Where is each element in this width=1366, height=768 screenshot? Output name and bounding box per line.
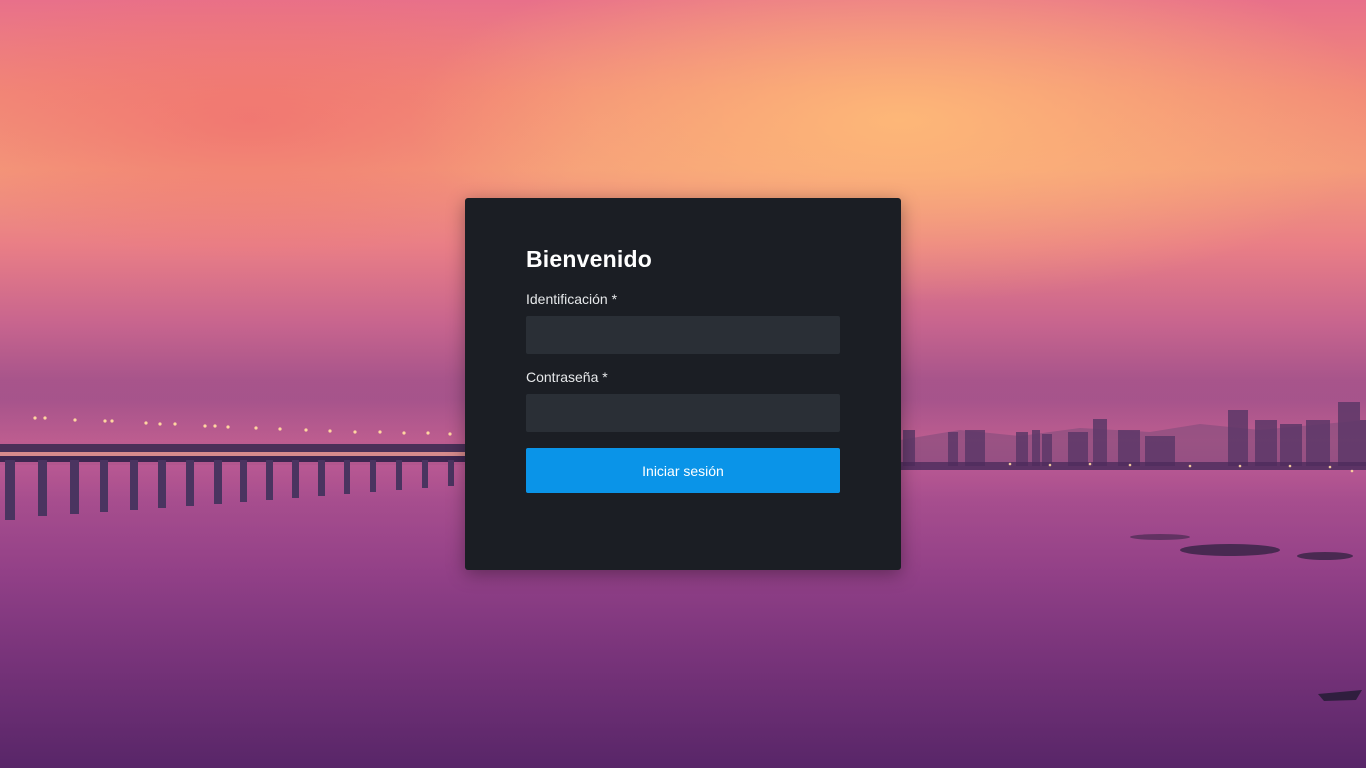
login-submit-button[interactable]: Iniciar sesión: [526, 448, 840, 493]
password-input[interactable]: [526, 394, 840, 432]
password-label: Contraseña *: [526, 369, 608, 385]
identification-input[interactable]: [526, 316, 840, 354]
login-card: Bienvenido Identificación * Contraseña *…: [465, 198, 901, 570]
identification-label: Identificación *: [526, 291, 618, 307]
login-title: Bienvenido: [526, 246, 652, 272]
